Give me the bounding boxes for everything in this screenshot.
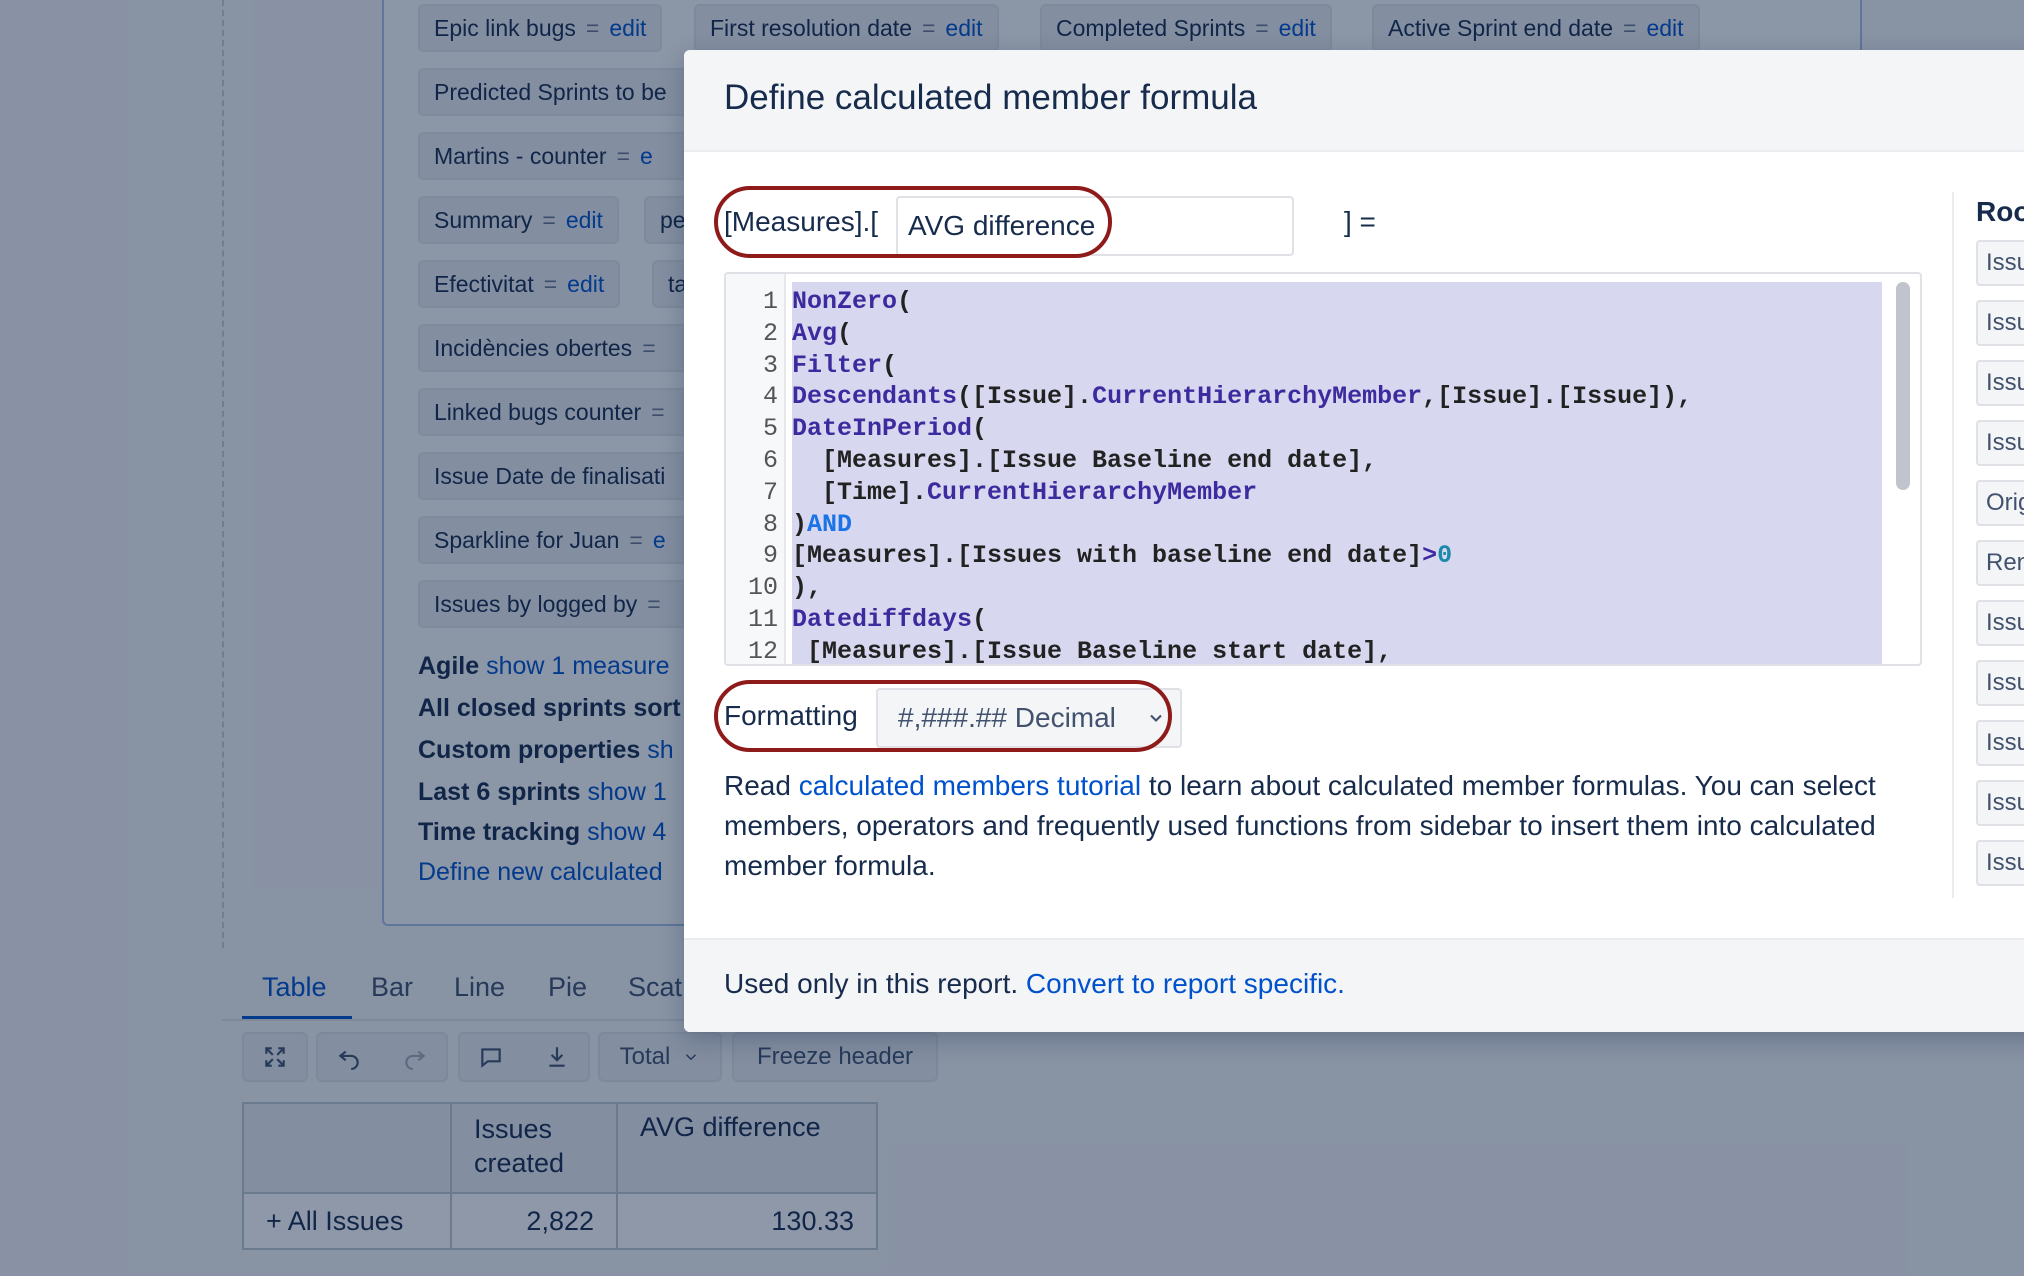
code-token: (: [837, 318, 853, 348]
tutorial-link[interactable]: calculated members tutorial: [799, 770, 1141, 801]
code-token: ([Issue].: [957, 382, 1093, 412]
sidebar-member-item[interactable]: Issu: [1976, 360, 2024, 406]
member-name-input[interactable]: [896, 196, 1294, 256]
line-number: 2: [762, 318, 778, 348]
code-token: (: [972, 605, 988, 634]
code-line[interactable]: Avg(: [792, 318, 852, 350]
code-token: [Measures].[Issue Baseline start date],: [792, 636, 1393, 666]
formatting-label: Formatting: [724, 700, 858, 731]
code-token: DateInPeriod: [792, 414, 973, 444]
line-number: 3: [762, 350, 778, 380]
line-number: 6: [762, 446, 778, 475]
code-line[interactable]: ),: [792, 572, 822, 604]
code-token: ),: [792, 573, 823, 603]
code-token: [Time].: [792, 477, 928, 507]
editor-scrollbar[interactable]: [1896, 282, 1910, 490]
footer-note: Used only in this report. Convert to rep…: [724, 968, 1345, 999]
code-line[interactable]: Datediffdays(: [792, 604, 987, 636]
sidebar-member-item[interactable]: Issu: [1976, 720, 2024, 766]
line-number: 12: [747, 636, 778, 666]
code-token: (: [882, 350, 898, 380]
sidebar-member-item[interactable]: Issu: [1976, 420, 2024, 466]
sidebar-title: Roo: [1976, 196, 2024, 227]
convert-to-report-specific-link[interactable]: Convert to report specific.: [1026, 968, 1345, 999]
formula-editor[interactable]: NonZero(Avg(Filter(Descendants([Issue].C…: [724, 272, 1922, 666]
line-number: 9: [762, 541, 778, 571]
sidebar-member-item[interactable]: Issu: [1976, 840, 2024, 886]
code-line[interactable]: [Time].CurrentHierarchyMember: [792, 477, 1257, 509]
code-token: >: [1422, 541, 1438, 571]
sidebar-member-item[interactable]: Issu: [1976, 780, 2024, 826]
code-token: [Measures].[Issue Baseline end date],: [792, 446, 1378, 475]
code-token: 0: [1437, 541, 1453, 571]
help-text: Read calculated members tutorial to lear…: [724, 770, 1876, 881]
line-number: 8: [762, 509, 778, 539]
sidebar-member-item[interactable]: Issu: [1976, 300, 2024, 346]
code-line[interactable]: Filter(: [792, 350, 897, 382]
sidebar-divider: [1952, 192, 1954, 898]
dialog-title: Define calculated member formula: [724, 78, 1258, 117]
code-line[interactable]: DateInPeriod(: [792, 413, 987, 445]
code-token: Datediffdays: [792, 605, 973, 634]
code-line[interactable]: NonZero(: [792, 286, 912, 318]
sidebar-member-item[interactable]: Ren: [1976, 540, 2024, 586]
code-token: (: [897, 287, 913, 316]
line-number: 1: [762, 287, 778, 316]
line-number: 7: [762, 477, 778, 507]
chevron-down-icon: [1150, 714, 1162, 722]
sidebar-member-item[interactable]: Issu: [1976, 660, 2024, 706]
code-token: AND: [807, 509, 853, 539]
measures-prefix: [Measures].[: [724, 206, 879, 237]
sidebar-member-item[interactable]: Issu: [1976, 240, 2024, 286]
code-token: Avg: [792, 318, 838, 348]
line-number: 5: [762, 414, 778, 444]
code-token: ): [792, 509, 808, 539]
code-line[interactable]: [Measures].[Issue Baseline end date],: [792, 445, 1377, 477]
code-line[interactable]: [Measures].[Issue Baseline start date],: [792, 636, 1393, 666]
measures-suffix: ] =: [1344, 206, 1376, 237]
code-token: Filter: [792, 350, 883, 380]
formatting-select[interactable]: #,###.## Decimal: [876, 688, 1182, 748]
dialog-footer: Used only in this report. Convert to rep…: [684, 938, 2024, 1032]
calculated-member-dialog: Define calculated member formula [Measur…: [684, 50, 2024, 1032]
code-token: ,[Issue].[Issue]),: [1422, 382, 1693, 412]
formula-code[interactable]: NonZero(Avg(Filter(Descendants([Issue].C…: [792, 282, 1882, 666]
code-token: NonZero: [792, 287, 898, 316]
line-number: 11: [747, 605, 778, 634]
sidebar-member-item[interactable]: Orig: [1976, 480, 2024, 526]
code-line[interactable]: )AND: [792, 509, 852, 541]
code-token: Descendants: [792, 382, 958, 412]
line-number: 4: [762, 382, 778, 412]
code-token: [Measures].[Issues with baseline end dat…: [792, 541, 1423, 571]
code-line[interactable]: Descendants([Issue].CurrentHierarchyMemb…: [792, 381, 1692, 413]
dialog-header: Define calculated member formula: [684, 50, 2024, 152]
code-token: (: [972, 414, 988, 444]
code-token: CurrentHierarchyMember: [927, 477, 1258, 507]
line-number: 10: [747, 573, 778, 603]
code-token: CurrentHierarchyMember: [1092, 382, 1423, 412]
code-line[interactable]: [Measures].[Issues with baseline end dat…: [792, 540, 1452, 572]
sidebar-member-item[interactable]: Issu: [1976, 600, 2024, 646]
